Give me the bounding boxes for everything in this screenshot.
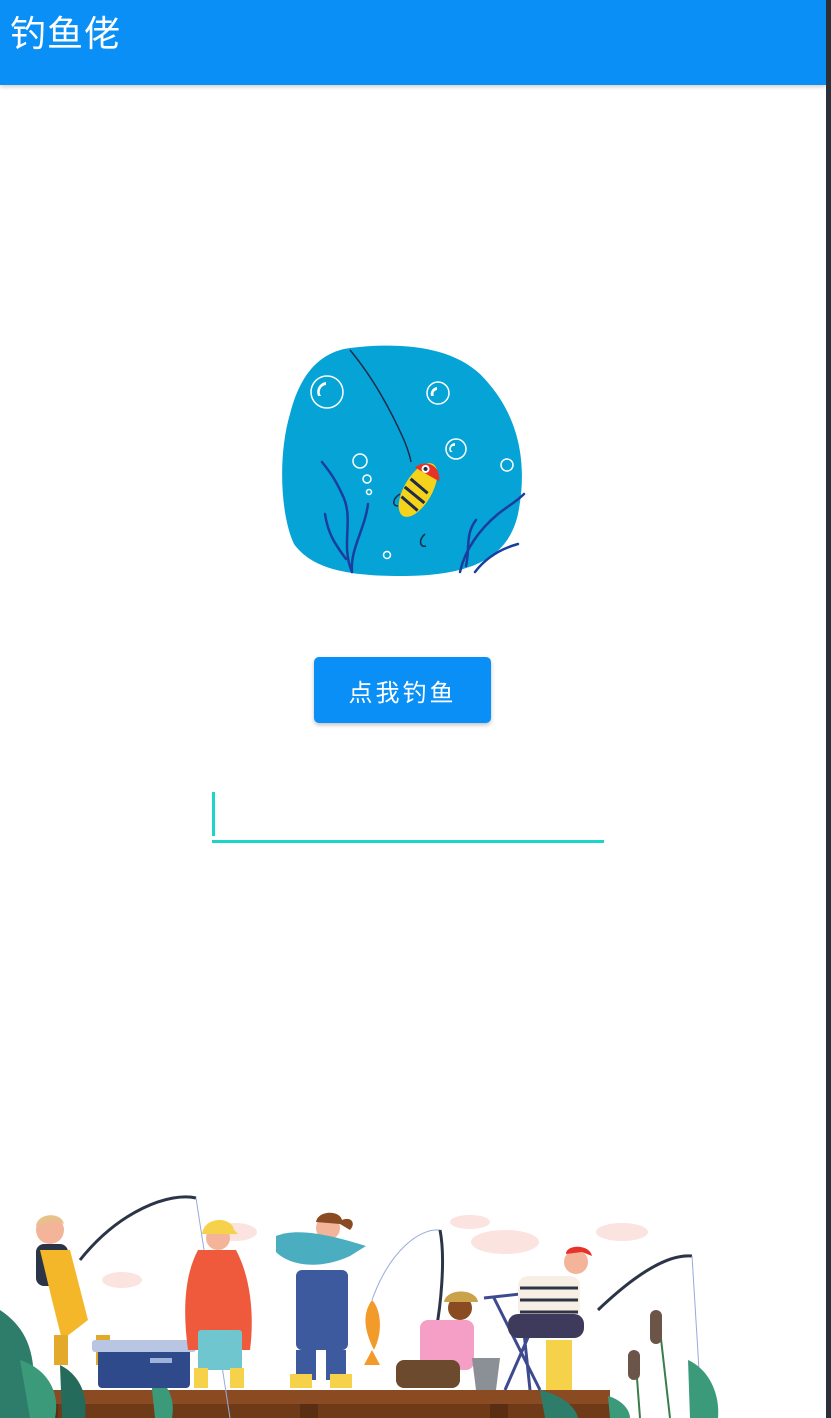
app-bar: 钓鱼佬 [0, 0, 826, 85]
result-input[interactable] [212, 788, 604, 843]
catch-fish-button[interactable]: 点我钓鱼 [314, 657, 491, 723]
fishing-lure-icon [282, 345, 526, 576]
window-edge [826, 0, 831, 1418]
app-title: 钓鱼佬 [10, 14, 122, 55]
text-cursor [212, 792, 215, 836]
people-fishing-illustration [0, 1195, 719, 1418]
